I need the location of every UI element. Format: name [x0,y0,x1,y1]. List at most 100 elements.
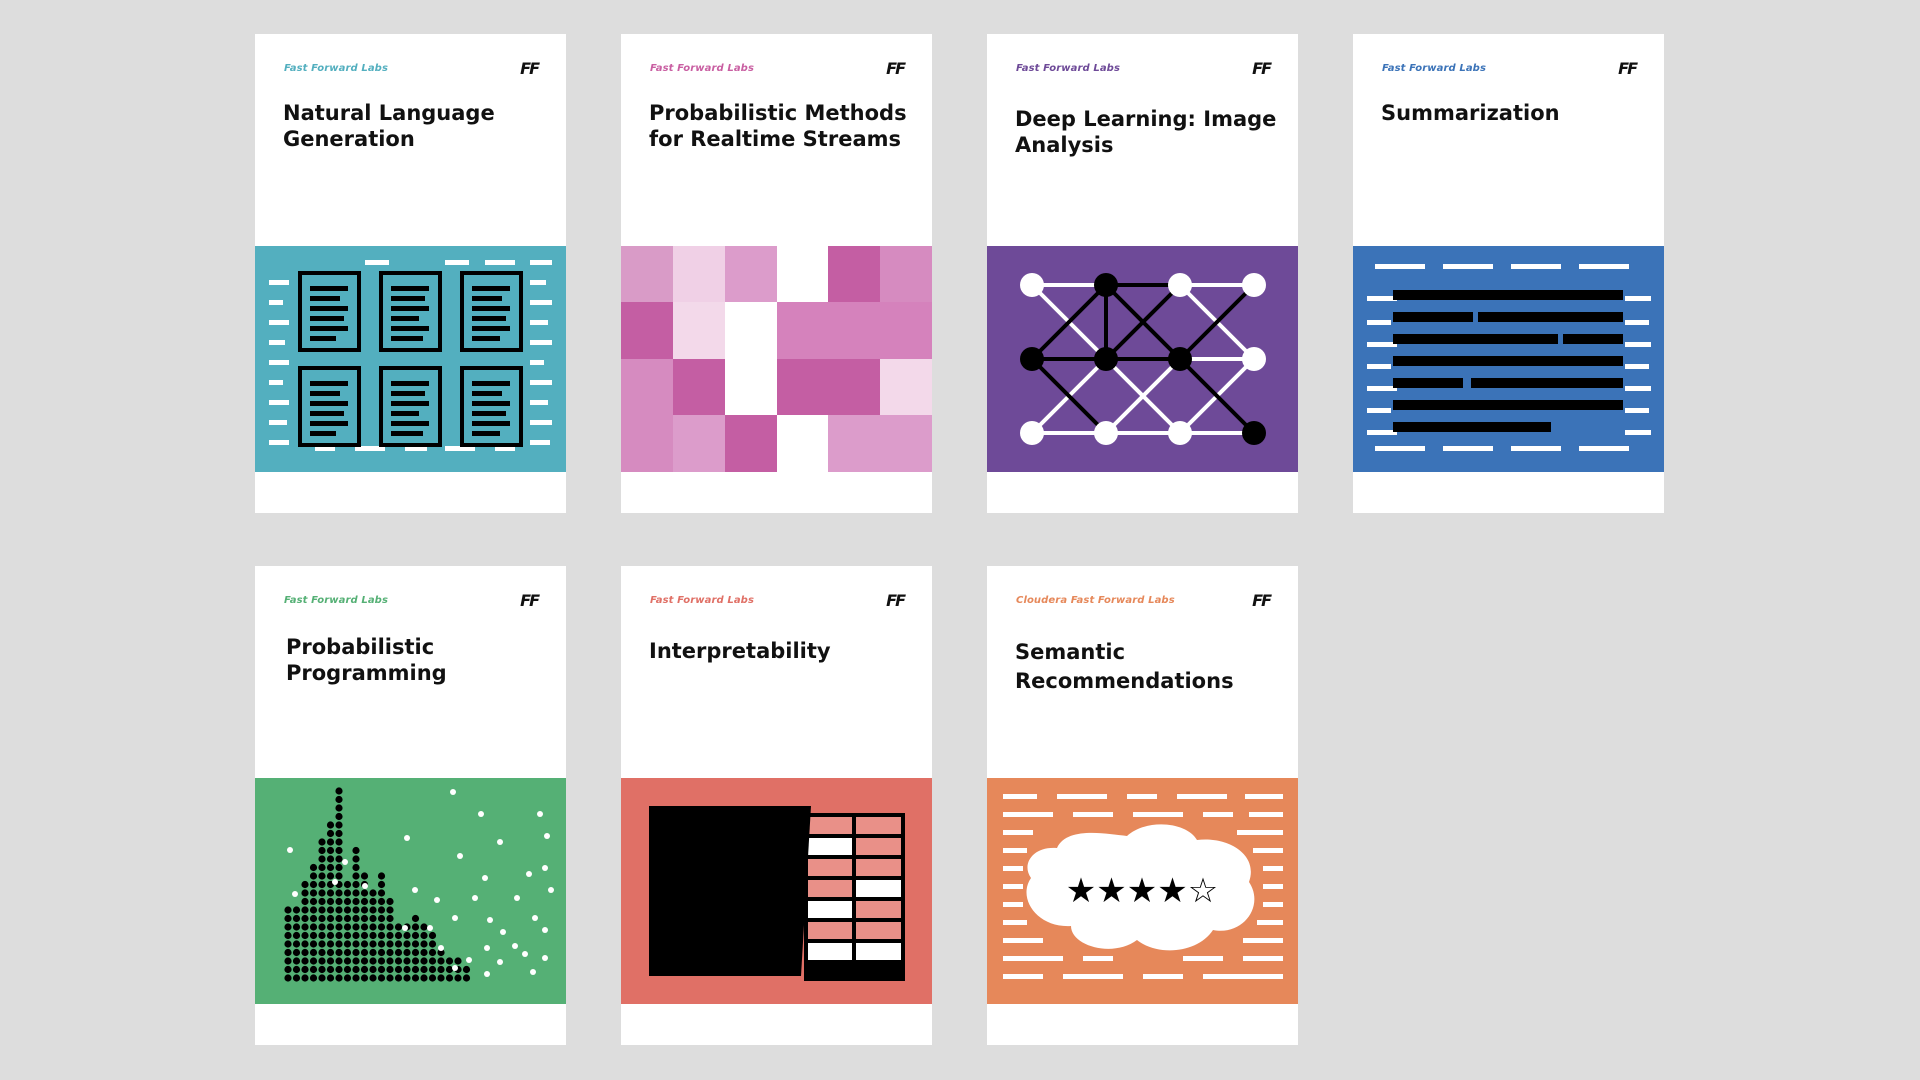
histogram-dot [292,906,301,914]
scatter-dot [500,929,506,935]
histogram-dot [369,965,377,974]
report-card-semantic-recommendations[interactable]: Cloudera Fast Forward Labs FF Semantic R… [987,566,1298,1045]
report-card-interpretability[interactable]: Fast Forward Labs FF Interpretability [621,566,932,1045]
histogram-dot [343,957,352,965]
scatter-dot [457,853,463,859]
histogram-dot [318,931,326,940]
histogram-dot [369,974,377,982]
histogram-dot [318,974,326,982]
histogram-dot [369,897,377,906]
report-card-deep-learning[interactable]: Fast Forward Labs FF Deep Learning: Imag… [987,34,1298,513]
histogram-dot [445,974,454,982]
histogram-dot [394,931,403,940]
histogram-dot [352,846,360,855]
histogram-dot [343,923,352,931]
scatter-dot [487,917,493,923]
histogram-dot [386,957,394,965]
histogram-dot [411,940,420,948]
histogram-dot [335,846,343,855]
histogram-dot [318,838,326,846]
histogram-dot [386,914,394,923]
histogram-dot [326,974,335,982]
histogram-dot [335,872,343,880]
histogram-dot [377,889,386,897]
histogram-dot [292,914,301,923]
scatter-dot [412,887,418,893]
histogram-dot [445,957,454,965]
report-card-probabilistic-programming[interactable]: Fast Forward Labs FF Probabilistic Progr… [255,566,566,1045]
histogram-dot [318,940,326,948]
histogram-dot [352,923,360,931]
histogram-dot [326,940,335,948]
histogram-dot [318,889,326,897]
histogram-dot [326,846,335,855]
histogram-dot [335,795,343,804]
histogram-dot [377,965,386,974]
histogram-dot [301,889,309,897]
report-card-probabilistic-methods[interactable]: Fast Forward Labs FF Probabilistic Metho… [621,34,932,513]
histogram-dot [352,974,360,982]
histogram-dot [301,897,309,906]
histogram-dot [318,965,326,974]
histogram-dot [411,931,420,940]
report-card-summarization[interactable]: Fast Forward Labs FF Summarization [1353,34,1664,513]
black-box-table-icon [621,778,932,1004]
histogram-dot [292,923,301,931]
scatter-dot [548,887,554,893]
histogram-dot [360,914,369,923]
histogram-dot [301,940,309,948]
histogram-dot [326,838,335,846]
histogram-dot [386,965,394,974]
histogram-dot [428,948,437,957]
histogram-dot [428,965,437,974]
histogram-dot [437,974,445,982]
ff-logo-icon: FF [520,59,540,78]
histogram-dot [335,821,343,829]
histogram-dot [309,974,318,982]
histogram-dot [343,906,352,914]
histogram-dot [326,855,335,863]
scatter-dot [532,915,538,921]
histogram-dot [284,914,292,923]
histogram-dot [335,914,343,923]
brand-label: Fast Forward Labs [284,595,388,606]
histogram-dot [403,948,411,957]
histogram-dot [309,931,318,940]
report-card-natural-language-generation[interactable]: Fast Forward Labs FF Natural Language Ge… [255,34,566,513]
histogram-dot [318,914,326,923]
star-rating: ★★★★☆ [1066,871,1218,911]
histogram-dot [377,923,386,931]
histogram-dot [403,974,411,982]
histogram-dot [360,897,369,906]
histogram-dot [318,957,326,965]
histogram-dot [377,974,386,982]
histogram-dot [352,957,360,965]
histogram-dot [360,974,369,982]
histogram-dot [335,906,343,914]
histogram-dot [292,931,301,940]
histogram-dot [428,957,437,965]
histogram-dot [343,940,352,948]
brand-label: Fast Forward Labs [1016,63,1120,74]
histogram-dot [292,965,301,974]
histogram-dot [454,957,462,965]
documents-grid-icon [255,246,566,472]
scatter-dot [450,789,456,795]
histogram-dot [326,829,335,838]
histogram-dot [343,948,352,957]
histogram-dot [352,889,360,897]
histogram-dot [360,957,369,965]
histogram-dot [369,914,377,923]
scatter-dot [482,875,488,881]
histogram-dot [386,923,394,931]
histogram-dot [301,880,309,889]
scatter-dot [404,835,410,841]
histogram-dot [369,931,377,940]
histogram-dot [420,931,428,940]
scatter-dot [287,847,293,853]
histogram-dot [386,931,394,940]
histogram-dot [386,897,394,906]
histogram-dot [343,880,352,889]
histogram-dot [369,948,377,957]
histogram-dot [386,948,394,957]
